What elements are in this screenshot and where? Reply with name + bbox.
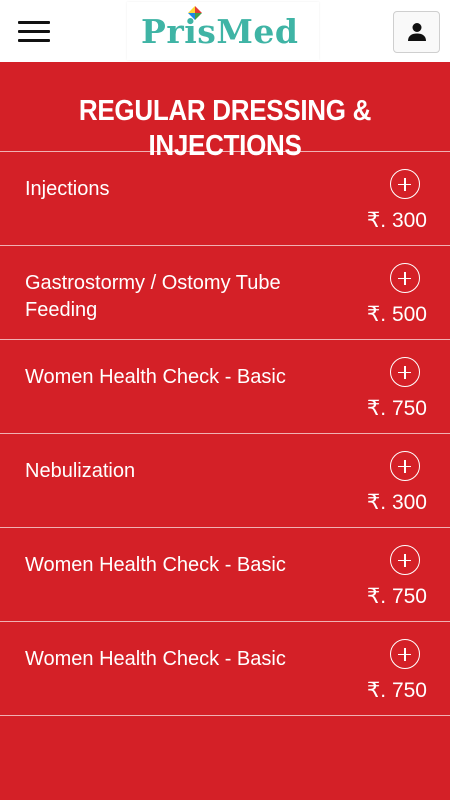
service-item: Women Health Check - Basic ₹. 750 <box>0 340 450 434</box>
service-name: Gastrostormy / Ostomy Tube Feeding <box>25 272 281 321</box>
hamburger-menu-icon[interactable] <box>18 21 50 43</box>
add-circle-icon[interactable] <box>390 545 420 575</box>
add-circle-icon[interactable] <box>390 451 420 481</box>
add-circle-icon[interactable] <box>390 169 420 199</box>
service-name: Injections <box>25 178 110 200</box>
service-item: Gastrostormy / Ostomy Tube Feeding ₹. 50… <box>0 246 450 340</box>
service-price: ₹. 750 <box>366 397 427 420</box>
top-app-bar: PrisMed <box>0 0 450 62</box>
add-circle-icon[interactable] <box>390 263 420 293</box>
service-name: Women Health Check - Basic <box>25 554 286 576</box>
service-name: Women Health Check - Basic <box>25 648 286 670</box>
profile-button[interactable] <box>393 11 440 53</box>
service-item: Women Health Check - Basic ₹. 750 <box>0 528 450 622</box>
service-list: Injections ₹. 300 Gastrostormy / Ostomy … <box>0 151 450 716</box>
add-circle-icon[interactable] <box>390 357 420 387</box>
service-item: Injections ₹. 300 <box>0 152 450 246</box>
service-price: ₹. 750 <box>366 585 427 608</box>
service-price: ₹. 500 <box>366 303 427 326</box>
user-icon <box>408 23 426 41</box>
app-logo[interactable]: PrisMed <box>127 2 319 60</box>
service-item: Nebulization ₹. 300 <box>0 434 450 528</box>
service-price: ₹. 300 <box>366 209 427 232</box>
service-name: Nebulization <box>25 460 136 482</box>
service-price: ₹. 750 <box>366 679 427 702</box>
service-price: ₹. 300 <box>366 491 427 514</box>
add-circle-icon[interactable] <box>390 639 420 669</box>
service-name: Women Health Check - Basic <box>25 366 286 388</box>
service-item: Women Health Check - Basic ₹. 750 <box>0 622 450 716</box>
logo-text: PrisMed <box>141 12 299 51</box>
